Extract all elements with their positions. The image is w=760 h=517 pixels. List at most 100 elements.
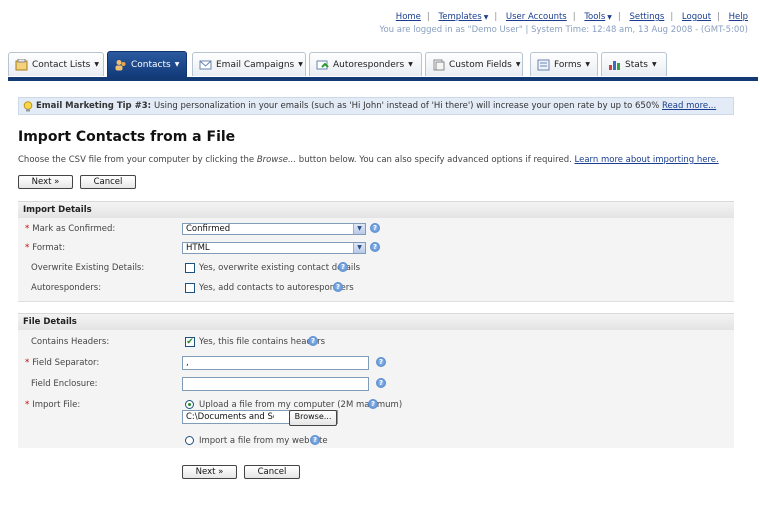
help-icon[interactable]: ? (333, 282, 343, 292)
user-accounts-link[interactable]: User Accounts (506, 12, 567, 22)
website-file-radio[interactable] (185, 436, 194, 445)
file-upload-input[interactable]: C:\Documents and Setti Browse... (182, 410, 338, 426)
separator: | (670, 12, 674, 22)
file-details-body: Contains Headers: ✔ Yes, this file conta… (18, 330, 734, 449)
tab-custom-fields[interactable]: Custom Fields ▼ (425, 52, 523, 76)
help-icon[interactable]: ? (376, 357, 386, 367)
autoresponder-icon (316, 60, 329, 69)
logout-link[interactable]: Logout (682, 12, 711, 22)
help-icon[interactable]: ? (310, 435, 320, 445)
tools-link[interactable]: Tools ▼ (584, 12, 612, 22)
learn-more-link[interactable]: Learn more about importing here. (575, 155, 719, 165)
file-details-heading: File Details (18, 313, 734, 330)
help-icon[interactable]: ? (370, 242, 380, 252)
separator: | (426, 12, 430, 22)
autoresponders-label: Autoresponders: (31, 283, 102, 293)
help-link[interactable]: Help (729, 12, 748, 22)
required-marker: * (25, 400, 30, 410)
field-separator-label: * Field Separator: (25, 358, 99, 368)
field-enclosure-input[interactable] (182, 377, 369, 391)
upload-file-radio[interactable] (185, 400, 194, 409)
tab-label: Custom Fields (449, 59, 512, 70)
forms-icon (537, 59, 550, 70)
tab-label: Stats (625, 59, 648, 70)
page-title: Import Contacts from a File (18, 129, 236, 145)
website-file-text: Import a file from my web site (199, 436, 328, 446)
overwrite-label: Overwrite Existing Details: (31, 263, 145, 273)
format-label: * Format: (25, 243, 65, 253)
import-file-text: Import File: (32, 400, 81, 410)
caret-down-icon: ▼ (483, 14, 489, 21)
templates-label: Templates (438, 12, 482, 22)
help-icon[interactable]: ? (370, 223, 380, 233)
import-details-body: * Mark as Confirmed: Confirmed ▼ ? * Format… (18, 218, 734, 302)
tab-label: Autoresponders (333, 59, 405, 70)
tip-text: Using personalization in your emails (su… (154, 101, 660, 111)
tab-contacts[interactable]: Contacts ▼ (107, 51, 187, 77)
templates-link[interactable]: Templates ▼ (438, 12, 488, 22)
cancel-button-bottom[interactable]: Cancel (244, 465, 300, 479)
separator: | (494, 12, 498, 22)
tools-label: Tools (584, 12, 606, 22)
help-icon[interactable]: ? (308, 336, 318, 346)
file-details-section: File Details Contains Headers: ✔ Yes, th… (18, 313, 734, 449)
next-button-bottom[interactable]: Next » (182, 465, 237, 479)
caret-down-icon: ▼ (585, 61, 590, 68)
dropdown-arrow-icon: ▼ (353, 243, 365, 253)
mark-confirmed-select[interactable]: Confirmed ▼ (182, 223, 366, 235)
required-marker: * (25, 243, 30, 253)
field-enclosure-label: Field Enclosure: (31, 379, 98, 389)
top-links: Home | Templates ▼ | User Accounts | Tools ▼ |… (379, 11, 748, 24)
caret-down-icon: ▼ (408, 61, 413, 68)
marketing-tip: Email Marketing Tip #3: Using personaliz… (18, 97, 734, 115)
intro-text-cont: button below. You can also specify advan… (296, 155, 575, 165)
overwrite-checkbox[interactable] (185, 263, 195, 273)
contains-headers-text: Yes, this file contains headers (199, 337, 326, 347)
import-file-label: * Import File: (25, 400, 80, 410)
intro-browse-term: Browse... (256, 155, 297, 165)
stats-icon (609, 60, 620, 70)
caret-down-icon: ▼ (298, 61, 303, 68)
autoresponders-checkbox-text: Yes, add contacts to autoresponders (199, 283, 354, 293)
read-more-link[interactable]: Read more... (662, 101, 716, 111)
required-marker: * (25, 224, 30, 234)
selected-value: HTML (186, 243, 210, 253)
page-intro: Choose the CSV file from your computer b… (18, 155, 719, 165)
custom-fields-icon (433, 59, 445, 70)
top-navigation: Home | Templates ▼ | User Accounts | Tools ▼ |… (379, 11, 748, 37)
tab-underline-bar (8, 77, 758, 81)
import-details-heading: Import Details (18, 201, 734, 218)
home-link[interactable]: Home (396, 12, 421, 22)
settings-link[interactable]: Settings (629, 12, 664, 22)
tip-title: Email Marketing Tip #3: (36, 101, 152, 111)
help-icon[interactable]: ? (338, 262, 348, 272)
help-icon[interactable]: ? (376, 378, 386, 388)
help-icon[interactable]: ? (368, 399, 378, 409)
field-separator-input[interactable]: , (182, 356, 369, 370)
tab-email-campaigns[interactable]: Email Campaigns ▼ (192, 52, 306, 76)
browse-button[interactable]: Browse... (289, 410, 337, 426)
required-marker: * (25, 358, 30, 368)
separator: | (717, 12, 720, 22)
cancel-button-top[interactable]: Cancel (80, 175, 136, 189)
format-text: Format: (32, 243, 66, 253)
tab-label: Forms (554, 59, 582, 70)
contacts-icon (115, 59, 126, 70)
tab-label: Email Campaigns (216, 59, 295, 70)
file-path-text: C:\Documents and Setti (186, 412, 274, 422)
tab-label: Contacts (131, 59, 171, 70)
separator: | (572, 12, 576, 22)
bottom-button-area: Next » Cancel (18, 448, 734, 482)
contains-headers-checkbox[interactable]: ✔ (185, 337, 195, 347)
caret-down-icon: ▼ (174, 61, 180, 68)
next-button-top[interactable]: Next » (18, 175, 73, 189)
caret-down-icon: ▼ (515, 61, 521, 68)
contains-headers-label: Contains Headers: (31, 337, 110, 347)
autoresponders-checkbox[interactable] (185, 283, 195, 293)
tab-contact-lists[interactable]: Contact Lists ▼ (8, 52, 104, 76)
field-separator-text: Field Separator: (32, 358, 100, 368)
tab-stats[interactable]: Stats ▼ (601, 52, 667, 76)
format-select[interactable]: HTML ▼ (182, 242, 366, 254)
tab-autoresponders[interactable]: Autoresponders ▼ (309, 52, 422, 76)
tab-forms[interactable]: Forms ▼ (530, 52, 598, 76)
